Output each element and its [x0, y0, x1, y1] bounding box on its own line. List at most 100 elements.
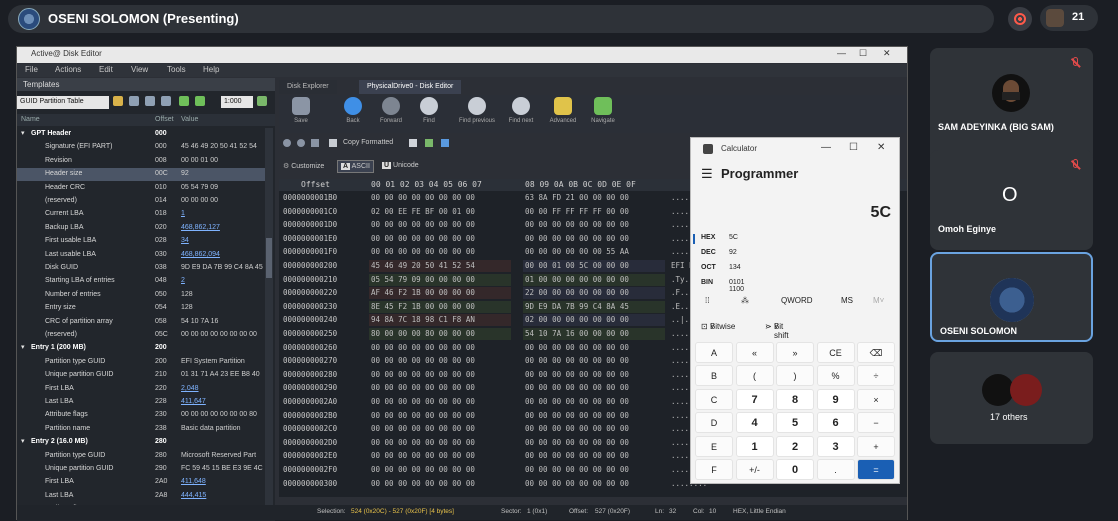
- memory-store-button[interactable]: MS: [841, 296, 853, 305]
- template-row[interactable]: Disk GUID 038 9D E9 DA 7B 99 C4 8A 45: [17, 262, 265, 274]
- expand-arrow-icon[interactable]: ▾: [21, 436, 25, 448]
- expand-arrow-icon[interactable]: ▾: [21, 342, 25, 354]
- arrow-down-icon[interactable]: [195, 96, 205, 106]
- template-row[interactable]: Unique partition GUID 290 FC 59 45 15 BE E…: [17, 463, 265, 475]
- advanced-button[interactable]: Advanced: [543, 97, 583, 131]
- ascii-toggle[interactable]: A ASCII: [337, 160, 374, 173]
- template-row[interactable]: Revision 008 00 00 01 00: [17, 155, 265, 167]
- template-row[interactable]: First usable LBA 028 34: [17, 235, 265, 247]
- back-button[interactable]: Back: [333, 97, 373, 131]
- template-row[interactable]: Entry size 054 128: [17, 302, 265, 314]
- calc-key[interactable]: 3: [816, 435, 855, 457]
- copy-icon[interactable]: [329, 139, 337, 147]
- calc-key[interactable]: ): [776, 365, 814, 387]
- record-icon[interactable]: [1008, 7, 1032, 31]
- calc-key[interactable]: 6: [816, 412, 855, 434]
- calc-maximize-icon[interactable]: ☐: [849, 142, 858, 153]
- template-select[interactable]: GUID Partition Table: [17, 96, 109, 109]
- template-row[interactable]: Unique partition GUID 210 01 31 71 A4 23 E…: [17, 369, 265, 381]
- copy-formatted-button[interactable]: Copy Formatted: [343, 139, 393, 146]
- template-row[interactable]: Header size 00C 92: [17, 168, 265, 181]
- calc-key[interactable]: +/-: [735, 459, 774, 480]
- template-zoom-field[interactable]: 1:000: [221, 96, 253, 108]
- template-row-value[interactable]: 411,647: [181, 396, 265, 408]
- calc-key[interactable]: .: [816, 459, 855, 480]
- bitwise-dropdown[interactable]: ⊡ Bitwise ˅: [701, 322, 735, 331]
- template-row-value[interactable]: 468,862,127: [181, 222, 265, 234]
- calc-key[interactable]: 8: [776, 388, 814, 410]
- save-button[interactable]: Save: [281, 97, 321, 131]
- expand-arrow-icon[interactable]: ▾: [21, 128, 25, 140]
- calc-key[interactable]: A: [695, 342, 733, 363]
- find-button[interactable]: Find: [409, 97, 449, 131]
- calc-key[interactable]: −: [857, 412, 895, 434]
- minimize-icon[interactable]: —: [837, 48, 846, 58]
- template-row-value[interactable]: 1: [181, 208, 265, 220]
- template-row[interactable]: Last LBA 2A8 444,415: [17, 490, 265, 502]
- calc-key[interactable]: F: [695, 459, 733, 480]
- unicode-toggle[interactable]: U Unicode: [379, 160, 422, 171]
- calc-key[interactable]: =: [857, 459, 895, 480]
- pin-icon[interactable]: [257, 96, 267, 106]
- calc-key[interactable]: C: [695, 388, 733, 410]
- templates-scrollbar[interactable]: [265, 128, 273, 520]
- template-row[interactable]: Signature (EFI PART) 000 45 46 49 20 50 41…: [17, 141, 265, 153]
- calc-key[interactable]: D: [695, 412, 733, 434]
- tab-physicaldrive-editor[interactable]: PhysicalDrive0 - Disk Editor: [359, 80, 462, 94]
- template-row[interactable]: Partition name 238 Basic data partition: [17, 423, 265, 435]
- calc-key[interactable]: 0: [776, 459, 814, 480]
- word-size-button[interactable]: QWORD: [781, 296, 813, 305]
- calc-key[interactable]: ⌫: [857, 342, 895, 363]
- template-row[interactable]: Current LBA 018 1: [17, 208, 265, 220]
- full-keypad-icon[interactable]: ⁞⁞: [705, 296, 709, 305]
- template-row-value[interactable]: 444,415: [181, 490, 265, 502]
- calc-key[interactable]: (: [735, 365, 774, 387]
- template-row[interactable]: CRC of partition array 058 54 10 7A 16: [17, 316, 265, 328]
- navigate-button[interactable]: Navigate: [583, 97, 623, 131]
- calc-key[interactable]: 4: [735, 412, 774, 434]
- calc-key[interactable]: 2: [776, 435, 814, 457]
- hamburger-menu-icon[interactable]: ☰: [701, 166, 713, 182]
- template-row[interactable]: Partition type GUID 200 EFI System Partiti…: [17, 356, 265, 368]
- participant-tile-others[interactable]: 17 others: [930, 352, 1093, 444]
- calc-key[interactable]: «: [735, 342, 774, 363]
- key-icon[interactable]: [425, 139, 433, 147]
- template-row[interactable]: Attribute flags 230 00 00 00 00 00 00 00 8…: [17, 409, 265, 421]
- participants-button[interactable]: 21: [1040, 5, 1098, 31]
- template-row[interactable]: (reserved) 05C 00 00 00 00 00 00 00 00: [17, 329, 265, 341]
- template-row[interactable]: (reserved) 014 00 00 00 00: [17, 195, 265, 207]
- menu-view[interactable]: View: [131, 65, 148, 74]
- template-row[interactable]: Number of entries 050 128: [17, 289, 265, 301]
- paste-icon[interactable]: [409, 139, 417, 147]
- calc-key[interactable]: E: [695, 435, 733, 457]
- calc-key[interactable]: 1: [735, 435, 774, 457]
- template-row[interactable]: First LBA 220 2,048: [17, 383, 265, 395]
- template-row-value[interactable]: 468,862,094: [181, 249, 265, 261]
- maximize-icon[interactable]: ☐: [859, 48, 867, 59]
- participant-tile-oseni[interactable]: OSENI SOLOMON: [930, 252, 1093, 342]
- menu-help[interactable]: Help: [203, 65, 219, 74]
- template-group-row[interactable]: ▾ Entry 2 (16.0 MB) 280: [17, 436, 265, 448]
- template-row[interactable]: Last usable LBA 030 468,862,094: [17, 249, 265, 261]
- search-icon[interactable]: [441, 139, 449, 147]
- find-next-button[interactable]: Find next: [501, 97, 541, 131]
- participant-tile-omoh[interactable]: O Omoh Eginye: [930, 150, 1093, 250]
- calc-minimize-icon[interactable]: —: [821, 142, 831, 153]
- redo-icon[interactable]: [297, 139, 305, 147]
- template-list-icon[interactable]: [129, 96, 139, 106]
- templates-scroll-thumb[interactable]: [266, 238, 272, 278]
- customize-button[interactable]: ⚙ Customize: [283, 162, 324, 170]
- undo-icon[interactable]: [283, 139, 291, 147]
- menu-tools[interactable]: Tools: [167, 65, 186, 74]
- template-group-row[interactable]: ▾ GPT Header 000: [17, 128, 265, 140]
- template-row[interactable]: Last LBA 228 411,647: [17, 396, 265, 408]
- calc-key[interactable]: 5: [776, 412, 814, 434]
- calc-key[interactable]: ×: [857, 388, 895, 410]
- menu-file[interactable]: File: [25, 65, 38, 74]
- menu-actions[interactable]: Actions: [55, 65, 81, 74]
- memory-list-button[interactable]: M˅: [873, 296, 884, 305]
- bitshift-dropdown[interactable]: ⋗ Bit shift ˅: [765, 322, 789, 340]
- template-row-value[interactable]: 411,648: [181, 476, 265, 488]
- tab-disk-explorer[interactable]: Disk Explorer: [279, 80, 337, 94]
- calc-key[interactable]: 7: [735, 388, 774, 410]
